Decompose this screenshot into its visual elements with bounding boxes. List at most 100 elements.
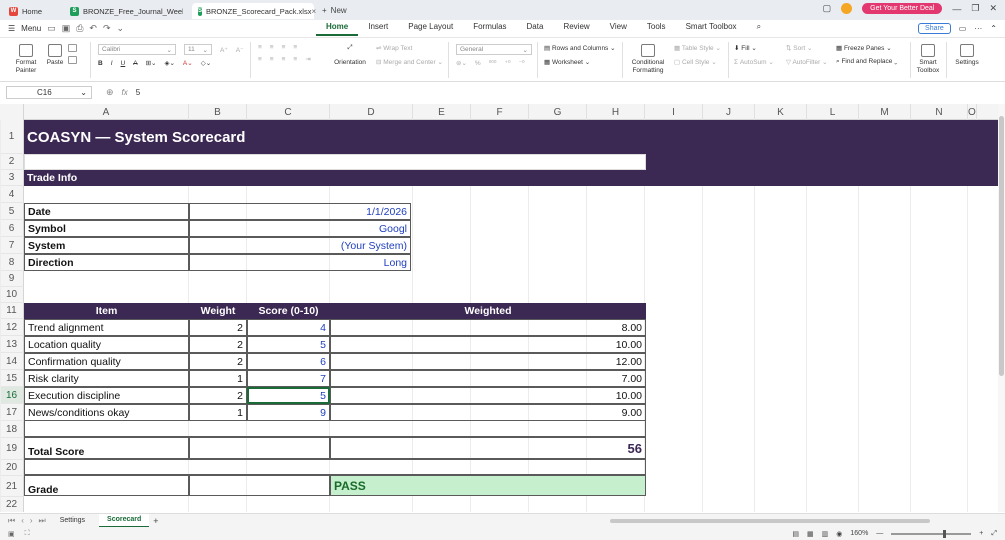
table-style-button[interactable]: ▦ Table Style ⌄: [674, 44, 721, 52]
column-header-d[interactable]: D: [330, 104, 413, 120]
font-size-select[interactable]: 11 ⌄: [184, 44, 212, 55]
row-header-4[interactable]: 4: [0, 186, 24, 203]
trade-info-value[interactable]: Googl: [189, 220, 411, 237]
align-top-icon[interactable]: ≡: [258, 44, 262, 51]
tab-view[interactable]: View: [600, 22, 637, 36]
autosum-button[interactable]: Σ AutoSum ⌄: [734, 58, 774, 66]
tab-smart-toolbox[interactable]: Smart Toolbox: [676, 22, 747, 36]
sheet-tab-scorecard[interactable]: Scorecard: [99, 513, 150, 528]
cut-icon[interactable]: [68, 44, 77, 52]
hamburger-icon[interactable]: ☰: [8, 24, 15, 33]
collapse-ribbon-icon[interactable]: ⌃: [990, 24, 997, 33]
rows-columns-button[interactable]: ▤ Rows and Columns ⌄: [544, 44, 616, 52]
more-icon[interactable]: ···: [974, 24, 982, 33]
font-color-icon[interactable]: A⌄: [183, 59, 193, 67]
tab-weekly-review[interactable]: S BRONZE_Free_Journal_WeeklyReview: [64, 3, 189, 19]
row-header-14[interactable]: 14: [0, 353, 24, 370]
header-weight[interactable]: Weight: [189, 303, 247, 319]
trade-info-label[interactable]: Direction: [24, 254, 189, 271]
last-sheet-icon[interactable]: ⏭: [39, 516, 46, 526]
item-name[interactable]: News/conditions okay: [24, 404, 189, 421]
row-header-10[interactable]: 10: [0, 287, 24, 303]
trade-info-value[interactable]: (Your System): [189, 237, 411, 254]
align-center-icon[interactable]: ≡: [270, 56, 274, 63]
prev-sheet-icon[interactable]: ‹: [21, 516, 24, 526]
tab-tools[interactable]: Tools: [637, 22, 676, 36]
row-header-18[interactable]: 18: [0, 421, 24, 438]
row-header-6[interactable]: 6: [0, 220, 24, 237]
tab-review[interactable]: Review: [553, 22, 599, 36]
column-header-j[interactable]: J: [703, 104, 755, 120]
conditional-formatting-button[interactable]: Conditional Formatting: [628, 44, 668, 75]
item-weighted[interactable]: 7.00: [330, 370, 646, 387]
table-blank-row[interactable]: [24, 420, 646, 437]
decrease-decimal-icon[interactable]: ⁻⁰: [519, 59, 525, 67]
find-replace-button[interactable]: ⌕ Find and Replace ⌄: [836, 58, 897, 66]
column-header-m[interactable]: M: [859, 104, 911, 120]
item-weighted[interactable]: 10.00: [330, 336, 646, 353]
grade-blank-row[interactable]: [24, 459, 646, 475]
tab-home[interactable]: Home: [316, 22, 359, 36]
vertical-scrollbar[interactable]: [998, 104, 1005, 512]
item-weight[interactable]: 1: [189, 370, 247, 387]
grow-font-icon[interactable]: A⁺: [220, 46, 228, 54]
row-header-2[interactable]: 2: [0, 154, 24, 170]
item-weight[interactable]: 1: [189, 404, 247, 421]
item-name[interactable]: Trend alignment: [24, 319, 189, 336]
item-weighted[interactable]: 12.00: [330, 353, 646, 370]
trade-info-value[interactable]: Long: [189, 254, 411, 271]
minimize-icon[interactable]: —: [952, 4, 961, 14]
tab-data[interactable]: Data: [517, 22, 554, 36]
sheet-title[interactable]: COASYN — System Scorecard: [24, 120, 624, 154]
indent-icon[interactable]: ⇥: [305, 55, 310, 63]
wrap-text-button[interactable]: ⇌ Wrap Text: [376, 44, 443, 52]
column-header-k[interactable]: K: [755, 104, 807, 120]
trade-info-value[interactable]: 1/1/2026: [189, 203, 411, 220]
row-header-8[interactable]: 8: [0, 254, 24, 271]
fullscreen-icon[interactable]: ⤢: [991, 530, 997, 538]
column-header-a[interactable]: A: [24, 104, 189, 120]
justify-icon[interactable]: ≡: [293, 56, 297, 63]
worksheet-button[interactable]: ▦ Worksheet ⌄: [544, 58, 616, 66]
trade-info-label[interactable]: System: [24, 237, 189, 254]
close-window-icon[interactable]: ✕: [989, 3, 997, 14]
column-header-h[interactable]: H: [587, 104, 645, 120]
tab-home[interactable]: W Home: [3, 3, 61, 19]
settings-button[interactable]: Settings: [952, 44, 982, 67]
total-blank-cell[interactable]: [189, 437, 330, 459]
zoom-out-icon[interactable]: —: [876, 530, 883, 537]
paste-button[interactable]: Paste: [44, 44, 66, 67]
merge-center-button[interactable]: ⊟ Merge and Center ⌄: [376, 58, 443, 66]
row-header-9[interactable]: 9: [0, 271, 24, 287]
item-name[interactable]: Execution discipline: [24, 387, 189, 404]
align-left-icon[interactable]: ≡: [258, 56, 262, 63]
total-score-label[interactable]: Total Score: [24, 437, 189, 459]
comment-icon[interactable]: ▭: [959, 24, 967, 33]
grade-value[interactable]: PASS: [330, 475, 646, 496]
item-score[interactable]: 4: [247, 319, 330, 336]
increase-decimal-icon[interactable]: ⁺⁰: [505, 59, 511, 67]
zoom-slider[interactable]: [891, 529, 972, 538]
zoom-knob[interactable]: [943, 529, 947, 538]
bold-icon[interactable]: B: [98, 60, 103, 67]
scroll-thumb[interactable]: [610, 519, 930, 523]
tab-formulas[interactable]: Formulas: [463, 22, 516, 36]
column-header-l[interactable]: L: [807, 104, 859, 120]
column-header-b[interactable]: B: [189, 104, 247, 120]
cell-style-button[interactable]: ▢ Cell Style ⌄: [674, 58, 721, 66]
save-icon[interactable]: ▣: [62, 23, 71, 34]
header-item[interactable]: Item: [24, 303, 189, 319]
item-weight[interactable]: 2: [189, 336, 247, 353]
strikethrough-icon[interactable]: A: [133, 60, 137, 67]
item-weighted[interactable]: 8.00: [330, 319, 646, 336]
grade-label[interactable]: Grade: [24, 475, 189, 496]
next-sheet-icon[interactable]: ›: [30, 516, 33, 526]
row-header-11[interactable]: 11: [0, 303, 24, 319]
tab-insert[interactable]: Insert: [358, 22, 398, 36]
align-right-icon[interactable]: ≡: [282, 56, 286, 63]
format-painter-button[interactable]: Format Painter: [12, 44, 40, 75]
item-weight[interactable]: 2: [189, 319, 247, 336]
item-weighted[interactable]: 10.00: [330, 387, 646, 404]
row-header-1[interactable]: 1: [0, 120, 24, 154]
row-header-13[interactable]: 13: [0, 336, 24, 353]
